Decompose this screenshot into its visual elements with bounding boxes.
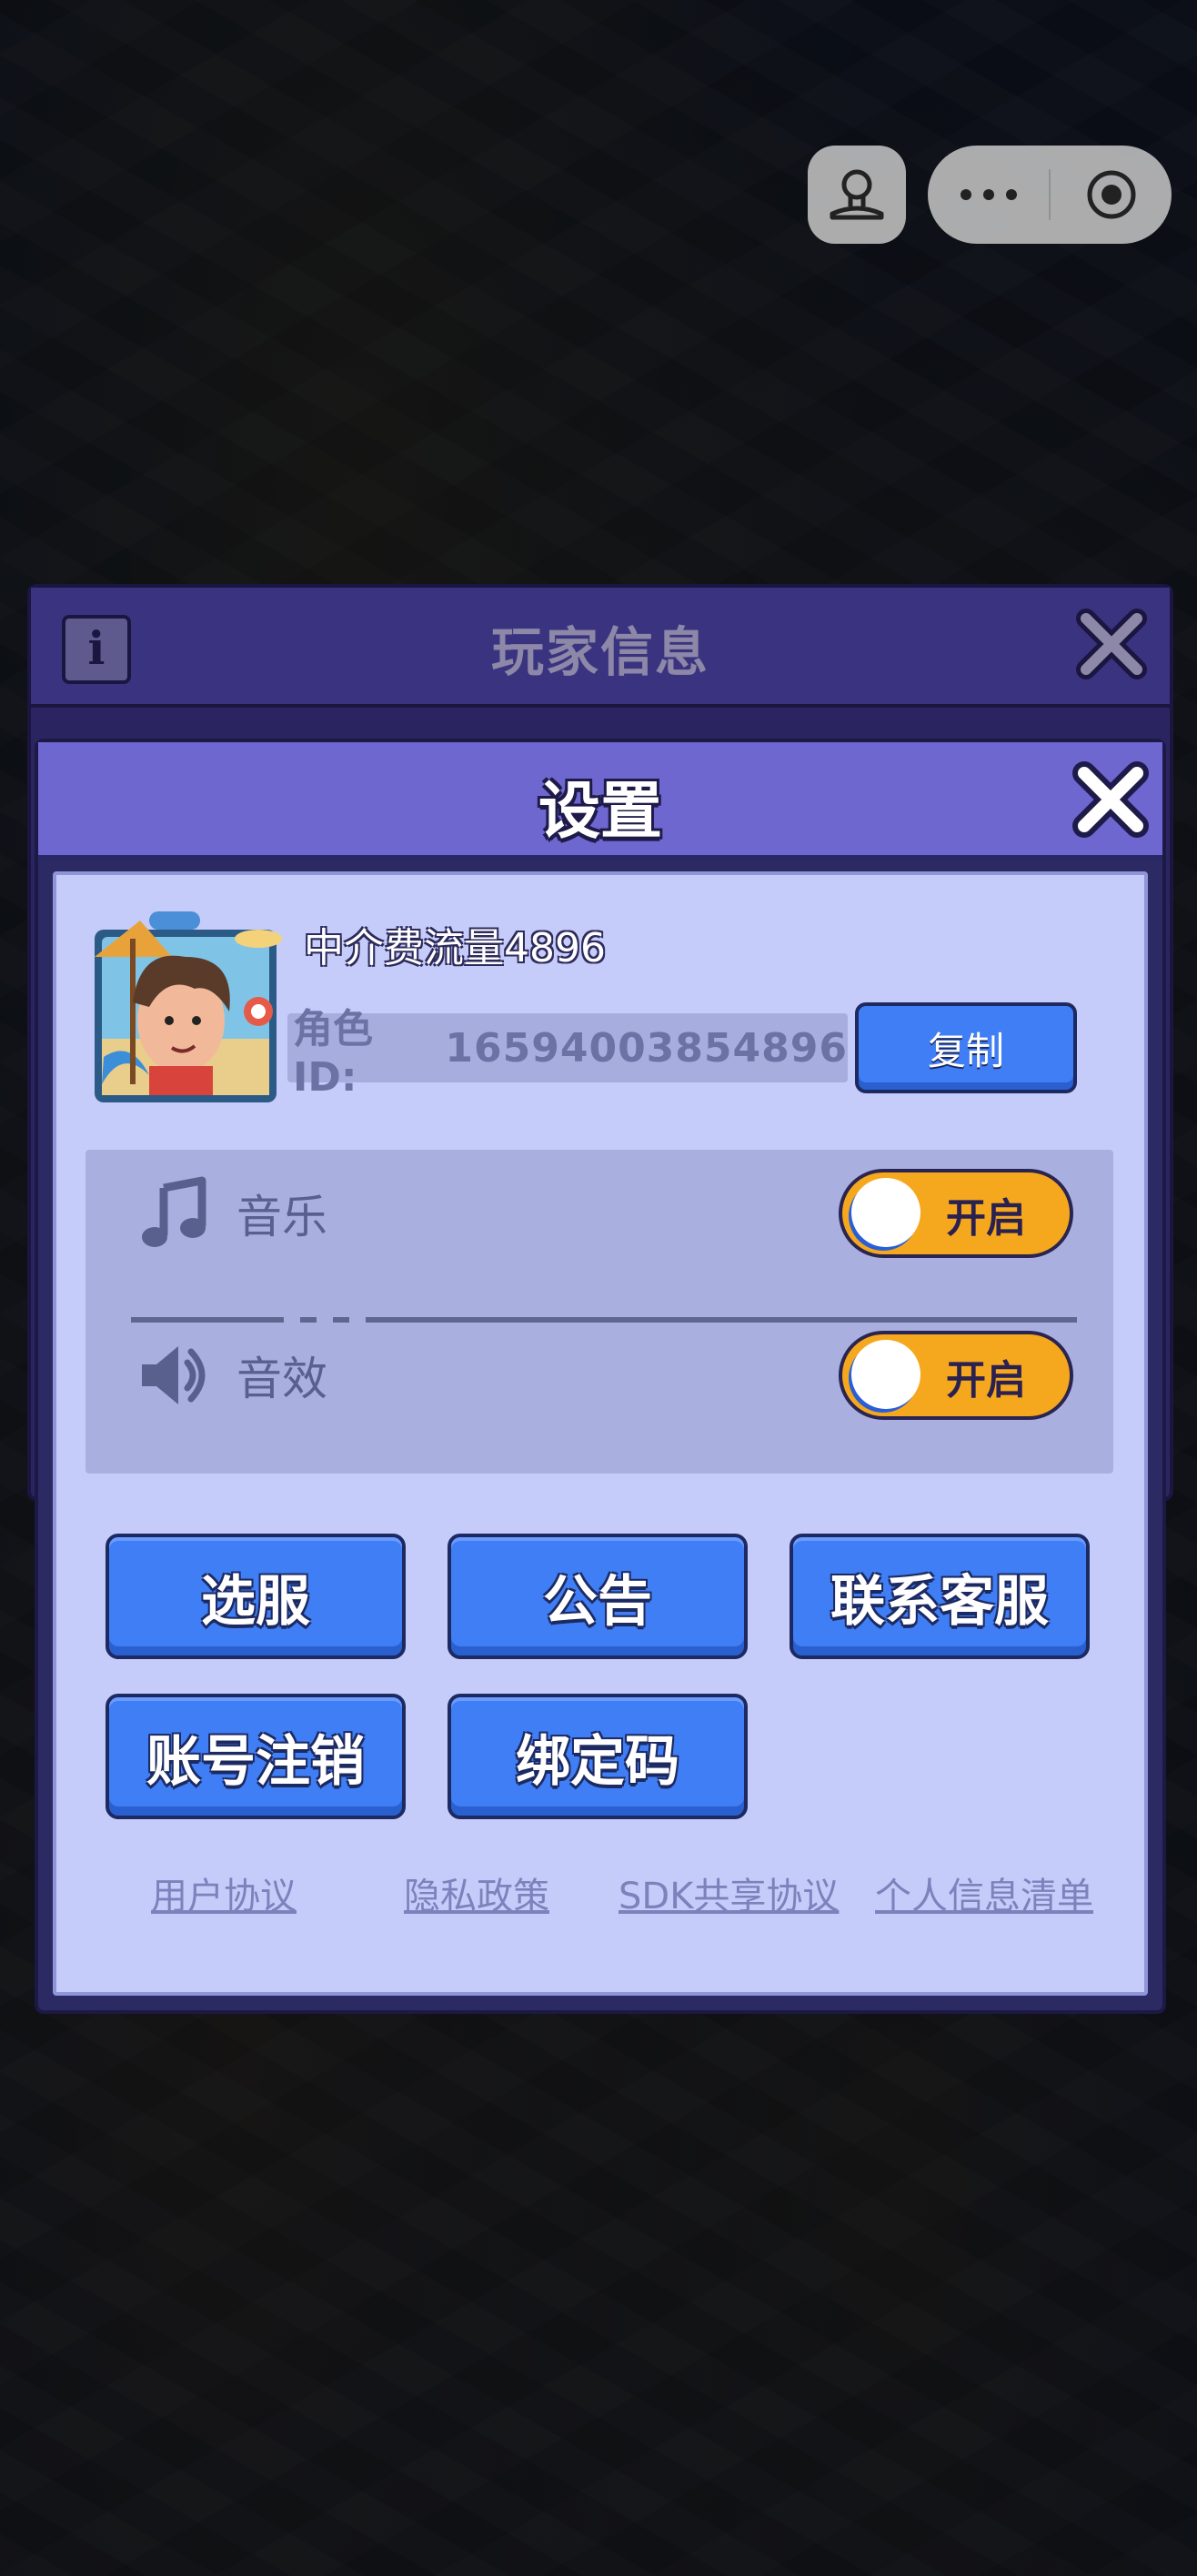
target-icon bbox=[1087, 170, 1135, 219]
avatar[interactable] bbox=[76, 902, 286, 1112]
privacy-policy-link[interactable]: 隐私政策 bbox=[404, 1867, 549, 1919]
speaker-icon bbox=[142, 1346, 206, 1404]
sfx-row: 音效 开启 bbox=[86, 1321, 1113, 1430]
joystick-button[interactable] bbox=[808, 146, 906, 244]
close-icon[interactable] bbox=[1073, 606, 1150, 682]
role-id-value: 16594003854896 bbox=[445, 1024, 848, 1072]
player-info-header: i 玩家信息 bbox=[31, 588, 1170, 708]
policy-links: 用户协议 隐私政策 SDK共享协议 个人信息清单 bbox=[56, 1867, 1144, 1921]
personal-info-list-link[interactable]: 个人信息清单 bbox=[875, 1867, 1093, 1919]
player-nickname: 中介费流量4896 bbox=[304, 925, 606, 971]
settings-title: 设置 bbox=[538, 776, 662, 848]
music-toggle-label: 开启 bbox=[946, 1195, 1026, 1242]
delete-account-button[interactable]: 账号注销 bbox=[106, 1694, 406, 1819]
music-note-icon bbox=[142, 1176, 206, 1247]
settings-dialog: 设置 中介费流量4896 角色ID: 16594003854896 复制 音乐 … bbox=[35, 739, 1166, 2014]
player-info-title: 玩家信息 bbox=[490, 621, 709, 683]
toggle-knob bbox=[851, 1178, 920, 1247]
sfx-label: 音效 bbox=[236, 1353, 327, 1405]
close-icon[interactable] bbox=[1070, 759, 1152, 840]
contact-support-button[interactable]: 联系客服 bbox=[790, 1534, 1090, 1659]
joystick-icon bbox=[830, 169, 884, 220]
copy-button[interactable]: 复制 bbox=[855, 1002, 1077, 1093]
sfx-toggle-label: 开启 bbox=[946, 1357, 1026, 1404]
exit-button[interactable] bbox=[1051, 146, 1172, 244]
bind-code-button[interactable]: 绑定码 bbox=[448, 1694, 748, 1819]
role-id-label: 角色ID: bbox=[293, 1005, 373, 1101]
sdk-sharing-link[interactable]: SDK共享协议 bbox=[619, 1867, 839, 1919]
toggle-knob bbox=[851, 1340, 920, 1409]
music-label: 音乐 bbox=[236, 1191, 327, 1243]
music-row: 音乐 开启 bbox=[86, 1159, 1113, 1268]
announcement-button[interactable]: 公告 bbox=[448, 1534, 748, 1659]
settings-body: 中介费流量4896 角色ID: 16594003854896 复制 音乐 开启 bbox=[53, 871, 1148, 1996]
sound-settings-panel: 音乐 开启 音效 开启 bbox=[86, 1150, 1113, 1474]
settings-header: 设置 bbox=[38, 742, 1162, 860]
role-id-row: 角色ID: 16594003854896 bbox=[287, 1006, 848, 1101]
more-button[interactable] bbox=[928, 146, 1049, 244]
select-server-button[interactable]: 选服 bbox=[106, 1534, 406, 1659]
music-toggle[interactable]: 开启 bbox=[839, 1169, 1073, 1258]
sfx-toggle[interactable]: 开启 bbox=[839, 1331, 1073, 1420]
more-icon bbox=[960, 189, 1017, 200]
capsule-menu bbox=[928, 146, 1172, 244]
user-agreement-link[interactable]: 用户协议 bbox=[151, 1867, 297, 1919]
